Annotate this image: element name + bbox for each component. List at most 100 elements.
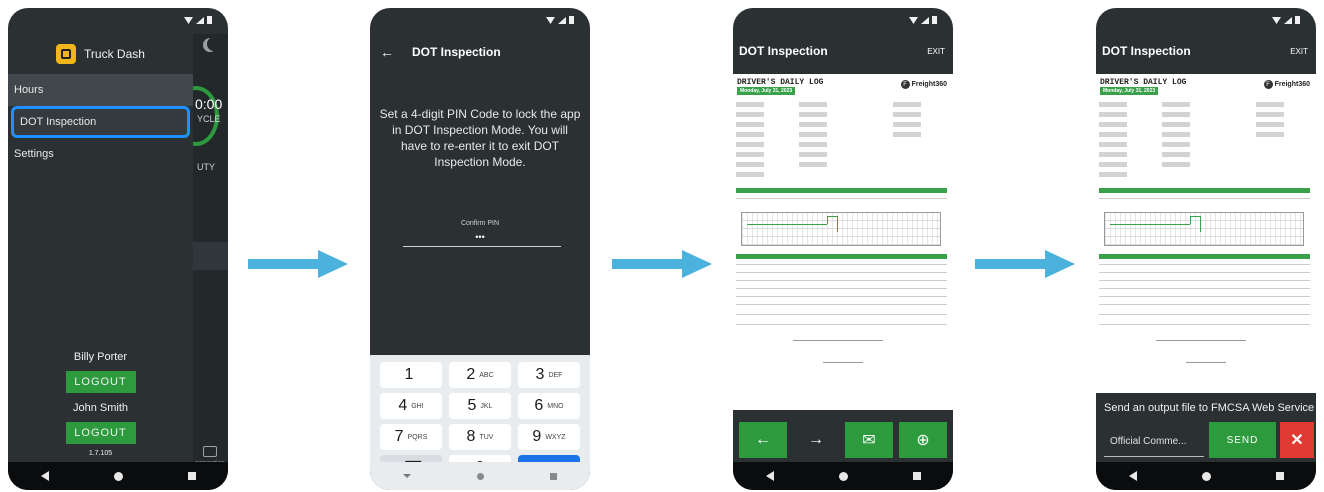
system-nav-bar [370, 462, 590, 490]
exit-button[interactable]: EXIT [927, 47, 945, 56]
truck-dash-logo-icon [56, 44, 77, 64]
events-table-header [736, 254, 947, 259]
drawer-header: Truck Dash [8, 34, 193, 74]
recent-apps-icon[interactable] [912, 472, 921, 480]
vehicle-table-header [1099, 188, 1310, 193]
signal-icon [196, 16, 204, 24]
freight360-logo-icon: F [1263, 80, 1273, 89]
signal-icon [558, 16, 566, 24]
battery-icon [569, 16, 574, 24]
logout-button[interactable]: LOGOUT [65, 371, 136, 393]
home-icon[interactable] [477, 472, 484, 480]
battery-icon [932, 16, 937, 24]
key-4[interactable]: 4 GHI [380, 393, 442, 419]
battery-icon [1295, 16, 1300, 24]
flow-arrow-icon [975, 250, 1075, 278]
cycle-fragment: YCLE [197, 114, 221, 124]
numeric-keypad: 1 2 ABC 3 DEF 4 GHI 5 JKL 6 MNO 7 PQRS 8 TUV 9W… [370, 355, 590, 481]
vehicle-table-header [736, 188, 947, 193]
log-date: Monday, July 31, 2023 [1100, 87, 1159, 95]
home-icon[interactable] [838, 471, 848, 481]
key-3[interactable]: 3 DEF [518, 362, 580, 388]
back-arrow-icon[interactable]: ← [380, 44, 394, 60]
battery-icon [207, 16, 212, 24]
web-service-button[interactable]: ⊕ [899, 422, 947, 458]
log-title: DRIVER'S DAILY LOG [737, 78, 824, 87]
events-table-header [1099, 254, 1310, 259]
duty-fragment: UTY [197, 162, 215, 172]
pin-label: Confirm PIN [460, 220, 500, 227]
recent-apps-icon[interactable] [187, 472, 196, 480]
back-icon[interactable] [40, 471, 49, 481]
freight360-logo-icon: F [900, 80, 910, 89]
key-2[interactable]: 2 ABC [449, 362, 511, 388]
page-title: DOT Inspection [1102, 44, 1191, 58]
status-bar [370, 8, 590, 34]
back-icon[interactable] [1128, 471, 1137, 481]
phone-screen-send: DOT Inspection EXIT DRIVER'S DAILY LOG M… [1096, 8, 1316, 490]
dashboard-background: 0:00 YCLE UTY agnostics [173, 34, 228, 467]
page-title: DOT Inspection [412, 45, 501, 59]
recent-apps-icon[interactable] [1275, 472, 1284, 480]
dashboard-row [193, 242, 228, 270]
recent-apps-icon[interactable] [550, 472, 557, 480]
close-button[interactable]: ✕ [1280, 422, 1314, 458]
key-8[interactable]: 8 TUV [449, 424, 511, 450]
log-title: DRIVER'S DAILY LOG [1100, 78, 1187, 87]
log-date: Monday, July 31, 2023 [737, 87, 796, 95]
home-icon[interactable] [113, 471, 123, 481]
phone-screen-log: DOT Inspection EXIT DRIVER'S DAILY LOG M… [733, 8, 953, 490]
diagnostics-icon[interactable] [203, 446, 217, 457]
daily-log-document: DRIVER'S DAILY LOG Monday, July 31, 2023… [1096, 74, 1316, 410]
back-icon[interactable] [765, 471, 774, 481]
app-bar: DOT Inspection EXIT [1102, 44, 1308, 58]
brand-name: Freight360 [1274, 81, 1310, 88]
key-5[interactable]: 5 JKL [449, 393, 511, 419]
status-bar [733, 8, 953, 34]
daily-log-document: DRIVER'S DAILY LOG Monday, July 31, 2023… [733, 74, 953, 410]
exit-button[interactable]: EXIT [1290, 47, 1308, 56]
pin-underline [403, 246, 561, 247]
navigation-drawer: Truck Dash Hours DOT Inspection Settings… [8, 34, 193, 462]
driver-name: Billy Porter [73, 351, 128, 363]
close-icon: ✕ [1290, 432, 1304, 449]
flow-arrow-icon [248, 250, 348, 278]
app-name: Truck Dash [84, 47, 145, 61]
menu-item-dot-inspection[interactable]: DOT Inspection [11, 106, 190, 138]
status-bar [8, 8, 228, 34]
menu-item-settings[interactable]: Settings [8, 138, 193, 170]
pin-instructions: Set a 4-digit PIN Code to lock the app i… [379, 107, 581, 169]
phone-screen-pin: ← DOT Inspection Set a 4-digit PIN Code … [370, 8, 590, 490]
system-nav-bar [733, 462, 953, 490]
wifi-icon [184, 16, 193, 24]
system-nav-bar [8, 462, 228, 490]
key-7[interactable]: 7 PQRS [380, 424, 442, 450]
flow-arrow-icon [612, 250, 712, 278]
home-icon[interactable] [1201, 471, 1211, 481]
menu-item-hours[interactable]: Hours [8, 74, 193, 106]
forward-arrow-icon: → [808, 431, 824, 448]
email-icon: ✉ [862, 432, 876, 449]
key-1[interactable]: 1 [380, 362, 442, 388]
logout-button[interactable]: LOGOUT [65, 422, 136, 444]
email-button[interactable]: ✉ [845, 422, 893, 458]
key-6[interactable]: 6 MNO [518, 393, 580, 419]
brand-name: Freight360 [911, 81, 947, 88]
signal-icon [1284, 16, 1292, 24]
wifi-icon [546, 16, 555, 24]
night-mode-icon [203, 37, 221, 52]
app-version: 1.7.105 [88, 450, 113, 457]
back-arrow-button[interactable]: ← [739, 422, 787, 458]
duty-status-graph [741, 212, 941, 246]
send-button[interactable]: SEND [1209, 422, 1276, 458]
pin-input[interactable]: ••• [370, 232, 590, 242]
duty-status-graph [1104, 212, 1304, 246]
official-comment-input[interactable]: Official Comme... [1104, 427, 1204, 457]
send-output-title: Send an output file to FMCSA Web Service [1104, 402, 1315, 414]
key-9[interactable]: 9 WXYZ [518, 424, 580, 450]
wifi-icon [909, 16, 918, 24]
hide-keyboard-icon[interactable] [403, 474, 411, 478]
forward-arrow-button[interactable]: → [792, 422, 840, 458]
phone-screen-menu: 0:00 YCLE UTY agnostics Truck Dash Hours… [8, 8, 228, 490]
freight360-logo: F Freight360 [1263, 80, 1310, 89]
